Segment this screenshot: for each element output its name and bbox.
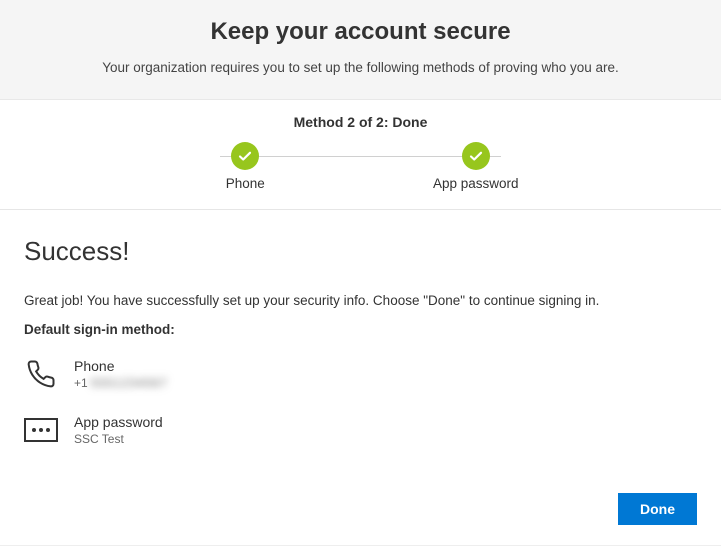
method-text-phone: Phone +1 5551234567 bbox=[74, 358, 168, 390]
method-step-label: Method 2 of 2: Done bbox=[40, 114, 681, 130]
method-item-phone: Phone +1 5551234567 bbox=[24, 357, 697, 391]
success-message: Great job! You have successfully set up … bbox=[24, 293, 697, 308]
check-icon bbox=[462, 142, 490, 170]
phone-icon bbox=[24, 357, 58, 391]
method-detail-app-password: SSC Test bbox=[74, 432, 163, 446]
success-heading: Success! bbox=[24, 236, 697, 267]
stepper: Phone App password bbox=[40, 142, 681, 191]
method-name-app-password: App password bbox=[74, 414, 163, 430]
method-name-phone: Phone bbox=[74, 358, 168, 374]
method-item-app-password: App password SSC Test bbox=[24, 413, 697, 447]
content-section: Success! Great job! You have successfull… bbox=[0, 210, 721, 485]
step-phone: Phone bbox=[130, 142, 361, 191]
step-app-password: App password bbox=[361, 142, 592, 191]
page-subtitle: Your organization requires you to set up… bbox=[20, 60, 701, 75]
app-password-icon bbox=[24, 413, 58, 447]
method-detail-phone: +1 5551234567 bbox=[74, 376, 168, 390]
default-signin-heading: Default sign-in method: bbox=[24, 322, 697, 337]
done-button[interactable]: Done bbox=[618, 493, 697, 525]
phone-prefix: +1 bbox=[74, 376, 91, 390]
header-section: Keep your account secure Your organizati… bbox=[0, 0, 721, 100]
check-icon bbox=[231, 142, 259, 170]
step-label-phone: Phone bbox=[226, 176, 265, 191]
step-label-app-password: App password bbox=[433, 176, 519, 191]
progress-section: Method 2 of 2: Done Phone App password bbox=[0, 100, 721, 210]
method-text-app-password: App password SSC Test bbox=[74, 414, 163, 446]
footer-section: Done bbox=[0, 485, 721, 546]
phone-number-masked: 5551234567 bbox=[91, 376, 168, 390]
page-title: Keep your account secure bbox=[20, 18, 701, 46]
